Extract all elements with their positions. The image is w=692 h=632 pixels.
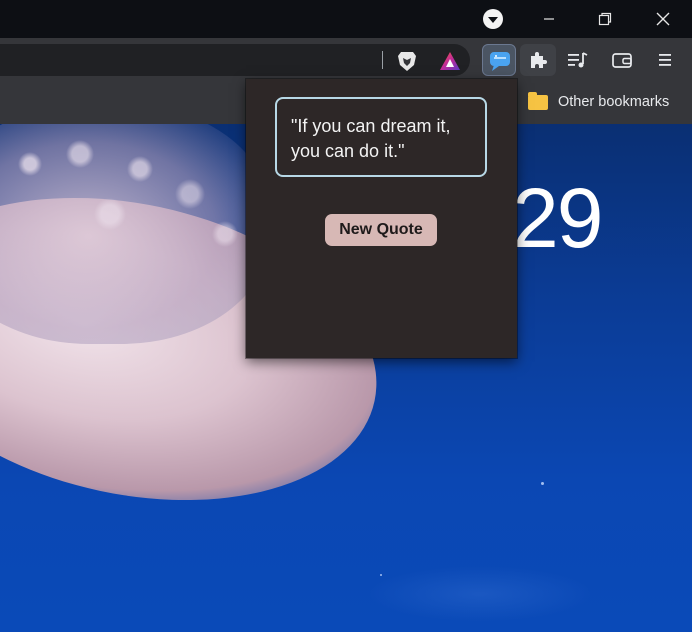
brave-lion-icon[interactable]: [396, 50, 418, 72]
quote-extension-popup: "If you can dream it, you can do it." Ne…: [246, 79, 517, 358]
new-quote-button[interactable]: New Quote: [325, 214, 437, 246]
brave-rewards-triangle-icon[interactable]: [438, 50, 462, 72]
puzzle-icon: [531, 52, 547, 68]
close-icon: [656, 12, 670, 26]
folder-icon: [528, 91, 548, 110]
new-tab-clock: 29: [512, 171, 603, 265]
extensions-button[interactable]: [520, 44, 556, 76]
browser-toolbar: [0, 38, 692, 82]
hamburger-menu-icon[interactable]: [654, 50, 676, 70]
other-bookmarks-folder[interactable]: Other bookmarks: [528, 91, 669, 113]
window-titlebar: [0, 0, 692, 38]
wallet-icon[interactable]: [610, 50, 634, 70]
playlist-icon[interactable]: [566, 50, 590, 70]
other-bookmarks-label: Other bookmarks: [558, 94, 670, 110]
restore-icon: [598, 12, 612, 26]
minimize-button[interactable]: [526, 0, 572, 38]
sparkle: [380, 574, 382, 576]
jellyfish-fringe: [0, 124, 260, 324]
chat-bubble-icon: [490, 52, 510, 71]
quote-display: "If you can dream it, you can do it.": [275, 97, 487, 177]
quote-extension-button[interactable]: [482, 44, 516, 76]
close-button[interactable]: [640, 0, 686, 38]
profile-dropdown-icon[interactable]: [483, 9, 503, 29]
restore-button[interactable]: [582, 0, 628, 38]
omnibox-divider: [382, 51, 383, 69]
minimize-icon: [544, 18, 554, 20]
sparkle: [541, 482, 544, 485]
